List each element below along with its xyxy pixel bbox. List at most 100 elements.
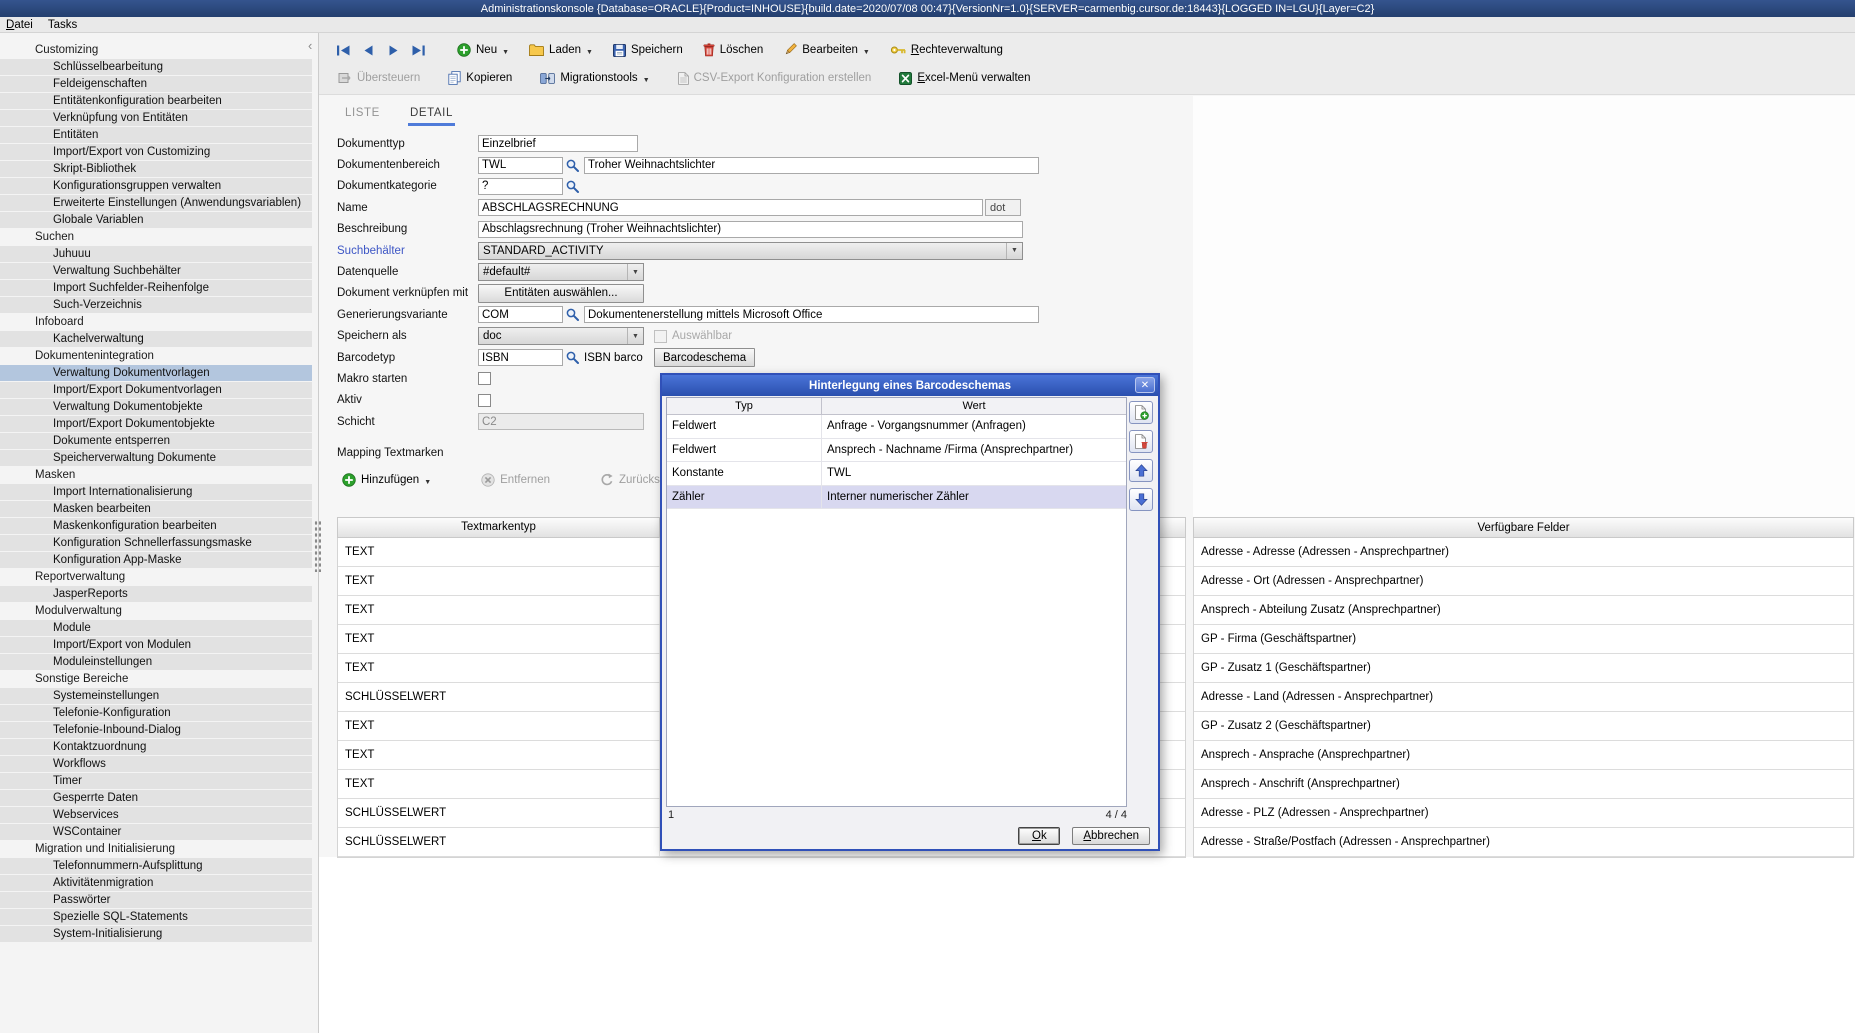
list-item[interactable]: Adresse - Straße/Postfach (Adressen - An… xyxy=(1194,828,1853,857)
sidebar-item-feldeigenschaften[interactable]: Feldeigenschaften xyxy=(0,76,312,92)
chevron-down-icon[interactable] xyxy=(424,473,431,487)
dialog-row[interactable]: ZählerInterner numerischer Zähler xyxy=(667,486,1126,510)
search-icon[interactable] xyxy=(566,351,581,364)
dokumentkategorie-code-input[interactable]: ? xyxy=(478,178,563,195)
sidebar-item-verknüpfung-von-entitäten[interactable]: Verknüpfung von Entitäten xyxy=(0,110,312,126)
speichern-button[interactable]: Speichern xyxy=(608,42,688,59)
list-item[interactable]: GP - Zusatz 1 (Geschäftspartner) xyxy=(1194,654,1853,683)
speichern-als-select[interactable]: doc xyxy=(478,327,644,345)
column-header-wert[interactable]: Wert xyxy=(822,398,1126,414)
sidebar-item-import-export-von-customizing[interactable]: Import/Export von Customizing xyxy=(0,144,312,160)
splitter-handle[interactable] xyxy=(314,520,321,572)
dialog-row[interactable]: KonstanteTWL xyxy=(667,462,1126,486)
dokumenttyp-input[interactable]: Einzelbrief xyxy=(478,135,638,152)
cancel-button[interactable]: Abbrechen xyxy=(1072,827,1150,845)
sidebar-item-verwaltung-dokumentvorlagen[interactable]: Verwaltung Dokumentvorlagen xyxy=(0,365,312,381)
list-item[interactable]: GP - Firma (Geschäftspartner) xyxy=(1194,625,1853,654)
sidebar-item-workflows[interactable]: Workflows xyxy=(0,756,312,772)
generierungsvariante-description-input[interactable]: Dokumentenerstellung mittels Microsoft O… xyxy=(584,306,1039,323)
search-icon[interactable] xyxy=(566,308,581,321)
kopieren-button[interactable]: Kopieren xyxy=(443,69,517,87)
menu-tasks[interactable]: Tasks xyxy=(48,19,77,31)
list-item[interactable]: Ansprech - Anschrift (Ansprechpartner) xyxy=(1194,770,1853,799)
sidebar-item-verwaltung-suchbehälter[interactable]: Verwaltung Suchbehälter xyxy=(0,263,312,279)
nav-last-button[interactable] xyxy=(408,41,428,59)
sidebar-item-webservices[interactable]: Webservices xyxy=(0,807,312,823)
generierungsvariante-code-input[interactable]: COM xyxy=(478,306,563,323)
sidebar-item-timer[interactable]: Timer xyxy=(0,773,312,789)
sidebar-item-masken-bearbeiten[interactable]: Masken bearbeiten xyxy=(0,501,312,517)
migrationstools-button[interactable]: Migrationstools xyxy=(535,69,654,87)
rechteverwaltung-button[interactable]: Rechteverwaltung xyxy=(885,42,1008,58)
available-fields-header[interactable]: Verfügbare Felder xyxy=(1193,517,1854,538)
ok-button[interactable]: Ok xyxy=(1018,827,1060,845)
sidebar-item-spezielle-sql-statements[interactable]: Spezielle SQL-Statements xyxy=(0,909,312,925)
hinzufügen-button[interactable]: Hinzufügen xyxy=(337,471,436,489)
sidebar-item-globale-variablen[interactable]: Globale Variablen xyxy=(0,212,312,228)
suchbehaelter-select[interactable]: STANDARD_ACTIVITY xyxy=(478,242,1023,260)
sidebar-item-speicherverwaltung-dokumente[interactable]: Speicherverwaltung Dokumente xyxy=(0,450,312,466)
column-header-textmarkentyp[interactable]: Textmarkentyp xyxy=(338,518,660,537)
neu-button[interactable]: Neu xyxy=(452,41,514,59)
sidebar-item-kontaktzuordnung[interactable]: Kontaktzuordnung xyxy=(0,739,312,755)
delete-row-button[interactable] xyxy=(1129,430,1153,453)
search-icon[interactable] xyxy=(566,180,581,193)
dialog-row[interactable]: FeldwertAnfrage - Vorgangsnummer (Anfrag… xyxy=(667,415,1126,439)
list-item[interactable]: Adresse - PLZ (Adressen - Ansprechpartne… xyxy=(1194,799,1853,828)
sidebar-item-import-suchfelder-reihenfolge[interactable]: Import Suchfelder-Reihenfolge xyxy=(0,280,312,296)
sidebar-item-kachelverwaltung[interactable]: Kachelverwaltung xyxy=(0,331,312,347)
sidebar-item-import-internationalisierung[interactable]: Import Internationalisierung xyxy=(0,484,312,500)
sidebar-item-maskenkonfiguration-bearbeiten[interactable]: Maskenkonfiguration bearbeiten xyxy=(0,518,312,534)
sidebar-item-telefonie-konfiguration[interactable]: Telefonie-Konfiguration xyxy=(0,705,312,721)
makro-starten-checkbox[interactable] xyxy=(478,372,491,385)
tab-liste[interactable]: LISTE xyxy=(343,105,382,126)
nav-next-button[interactable] xyxy=(383,41,403,59)
sidebar-item-schlüsselbearbeitung[interactable]: Schlüsselbearbeitung xyxy=(0,59,312,75)
sidebar-item-skript-bibliothek[interactable]: Skript-Bibliothek xyxy=(0,161,312,177)
nav-prev-button[interactable] xyxy=(358,41,378,59)
move-up-button[interactable] xyxy=(1129,459,1153,482)
name-input[interactable]: ABSCHLAGSRECHNUNG xyxy=(478,199,983,216)
dialog-titlebar[interactable]: Hinterlegung eines Barcodeschemas xyxy=(662,375,1158,396)
sidebar-item-konfiguration-app-maske[interactable]: Konfiguration App-Maske xyxy=(0,552,312,568)
bearbeiten-button[interactable]: Bearbeiten xyxy=(778,41,875,59)
chevron-down-icon[interactable] xyxy=(643,71,650,85)
menu-datei[interactable]: Datei xyxy=(6,19,33,31)
sidebar-item-moduleinstellungen[interactable]: Moduleinstellungen xyxy=(0,654,312,670)
chevron-down-icon[interactable] xyxy=(502,43,509,57)
add-row-button[interactable] xyxy=(1129,401,1153,424)
field-label-suchbehaelter[interactable]: Suchbehälter xyxy=(337,245,478,257)
dialog-row[interactable]: FeldwertAnsprech - Nachname /Firma (Ansp… xyxy=(667,439,1126,463)
sidebar-item-entitätenkonfiguration-bearbeiten[interactable]: Entitätenkonfiguration bearbeiten xyxy=(0,93,312,109)
sidebar-item-juhuuu[interactable]: Juhuuu xyxy=(0,246,312,262)
datenquelle-select[interactable]: #default# xyxy=(478,263,644,281)
chevron-down-icon[interactable] xyxy=(863,43,870,57)
column-header-typ[interactable]: Typ xyxy=(667,398,822,414)
dokumentenbereich-description-input[interactable]: Troher Weihnachtslichter xyxy=(584,157,1039,174)
close-icon[interactable] xyxy=(1135,377,1155,393)
collapse-sidebar-icon[interactable] xyxy=(308,39,318,53)
löschen-button[interactable]: Löschen xyxy=(698,41,768,59)
sidebar-item-wscontainer[interactable]: WSContainer xyxy=(0,824,312,840)
chevron-down-icon[interactable] xyxy=(586,43,593,57)
sidebar-item-gesperrte-daten[interactable]: Gesperrte Daten xyxy=(0,790,312,806)
sidebar-item-telefonie-inbound-dialog[interactable]: Telefonie-Inbound-Dialog xyxy=(0,722,312,738)
excel-menü-verwalten-button[interactable]: Excel-Menü verwalten xyxy=(894,70,1035,87)
sidebar-item-entitäten[interactable]: Entitäten xyxy=(0,127,312,143)
sidebar-item-verwaltung-dokumentobjekte[interactable]: Verwaltung Dokumentobjekte xyxy=(0,399,312,415)
sidebar-item-system-initialisierung[interactable]: System-Initialisierung xyxy=(0,926,312,942)
nav-first-button[interactable] xyxy=(333,41,353,59)
sidebar-item-erweiterte-einstellungen-anwendungsvariablen[interactable]: Erweiterte Einstellungen (Anwendungsvari… xyxy=(0,195,312,211)
sidebar-item-jasperreports[interactable]: JasperReports xyxy=(0,586,312,602)
list-item[interactable]: Ansprech - Ansprache (Ansprechpartner) xyxy=(1194,741,1853,770)
list-item[interactable]: Adresse - Land (Adressen - Ansprechpartn… xyxy=(1194,683,1853,712)
barcodetyp-code-input[interactable]: ISBN xyxy=(478,349,563,366)
laden-button[interactable]: Laden xyxy=(524,41,598,59)
dokumentenbereich-code-input[interactable]: TWL xyxy=(478,157,563,174)
sidebar-item-import-export-dokumentobjekte[interactable]: Import/Export Dokumentobjekte xyxy=(0,416,312,432)
move-down-button[interactable] xyxy=(1129,488,1153,511)
sidebar-item-import-export-dokumentvorlagen[interactable]: Import/Export Dokumentvorlagen xyxy=(0,382,312,398)
sidebar-item-systemeinstellungen[interactable]: Systemeinstellungen xyxy=(0,688,312,704)
barcodeschema-button[interactable]: Barcodeschema xyxy=(654,348,755,367)
list-item[interactable]: Adresse - Ort (Adressen - Ansprechpartne… xyxy=(1194,567,1853,596)
